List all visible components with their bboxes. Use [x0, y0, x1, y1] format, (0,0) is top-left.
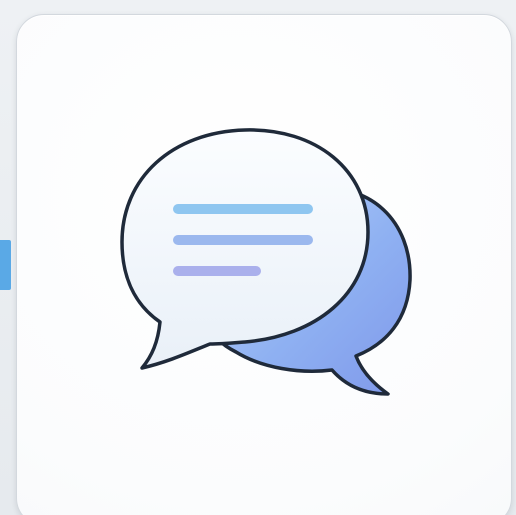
app-icon-stage — [0, 0, 516, 515]
selection-indicator — [0, 240, 11, 290]
app-icon-tile[interactable] — [16, 14, 512, 515]
